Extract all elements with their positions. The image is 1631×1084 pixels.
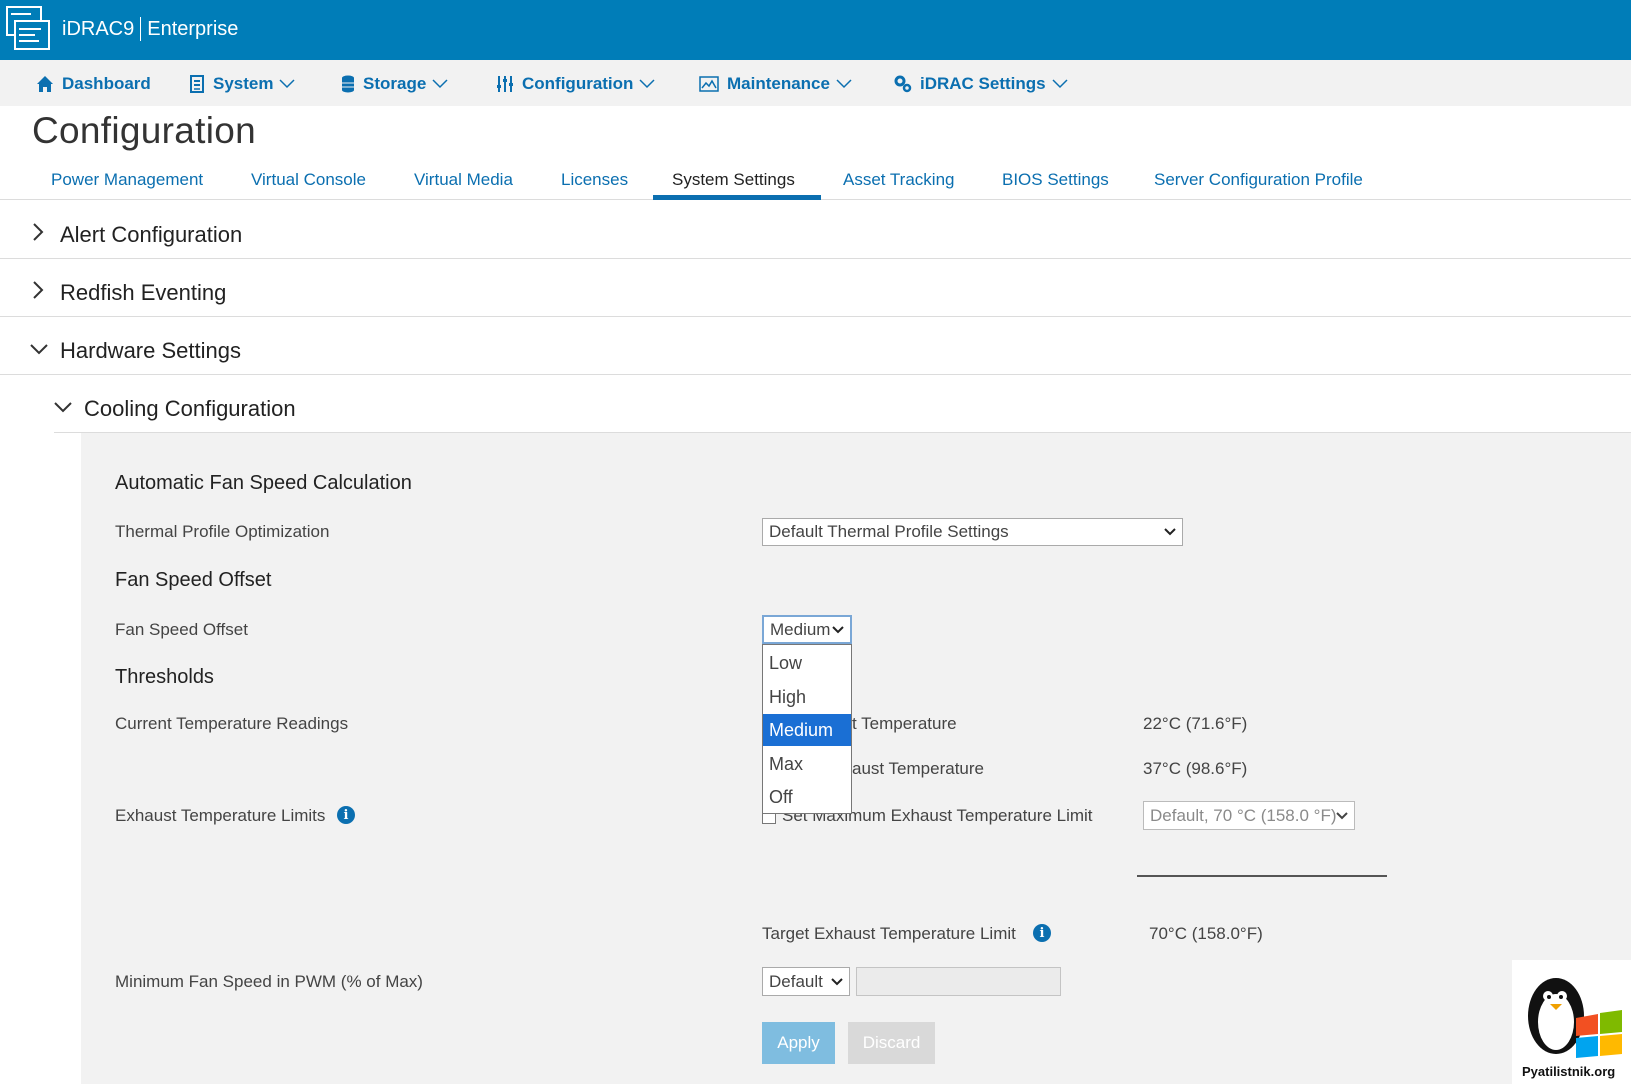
nav-system[interactable]: System [189, 74, 296, 94]
tab-virtual-console[interactable]: Virtual Console [251, 170, 366, 190]
dropdown-option-medium[interactable]: Medium [763, 714, 851, 746]
chevron-down-icon [1164, 528, 1176, 536]
chevron-down-icon [1052, 79, 1068, 89]
section-cooling-configuration[interactable]: Cooling Configuration [54, 375, 1631, 433]
min-fan-speed-select[interactable]: Default [762, 967, 850, 996]
select-value: Default [769, 971, 823, 991]
chevron-down-icon [639, 79, 655, 89]
server-icon [190, 75, 204, 93]
sliders-icon [497, 76, 513, 92]
brand-title: iDRAC9 Enterprise [62, 17, 238, 41]
target-exhaust-label: Target Exhaust Temperature Limit [762, 924, 1016, 943]
dropdown-option-off[interactable]: Off [763, 781, 851, 813]
chevron-down-icon [836, 79, 852, 89]
section-label: Redfish Eventing [60, 280, 227, 305]
nav-configuration[interactable]: Configuration [496, 74, 655, 94]
monitor-icon [699, 76, 719, 92]
nav-label: Storage [363, 74, 427, 93]
section-label: Cooling Configuration [84, 396, 296, 421]
tab-server-configuration-profile[interactable]: Server Configuration Profile [1154, 170, 1363, 190]
thresholds-heading: Thresholds [115, 666, 214, 688]
brand-separator [140, 17, 142, 41]
section-alert-configuration[interactable]: Alert Configuration [0, 201, 1631, 259]
chevron-right-icon [33, 223, 44, 241]
product-name: iDRAC9 [62, 17, 135, 40]
info-icon[interactable]: i [1033, 924, 1051, 942]
thermal-profile-select[interactable]: Default Thermal Profile Settings [762, 518, 1183, 546]
auto-fan-speed-heading: Automatic Fan Speed Calculation [115, 472, 412, 494]
watermark-text: Pyatilistnik.org [1522, 1064, 1616, 1079]
dropdown-option-high[interactable]: High [763, 681, 851, 713]
fan-speed-offset-heading: Fan Speed Offset [115, 569, 272, 591]
nav-storage[interactable]: Storage [341, 74, 448, 94]
config-tabs: Power Management Virtual Console Virtual… [0, 160, 1631, 200]
tab-licenses[interactable]: Licenses [561, 170, 628, 190]
chevron-right-icon [33, 281, 44, 299]
min-fan-speed-input[interactable] [856, 967, 1061, 996]
tab-bios-settings[interactable]: BIOS Settings [1002, 170, 1109, 190]
section-label: Hardware Settings [60, 338, 241, 363]
chevron-down-icon [1336, 811, 1348, 819]
tab-virtual-media[interactable]: Virtual Media [414, 170, 513, 190]
chevron-down-icon [279, 79, 296, 89]
max-exhaust-select[interactable]: Default, 70 °C (158.0 °F) [1143, 801, 1355, 830]
watermark: Pyatilistnik.org [1512, 960, 1631, 1084]
edition-name: Enterprise [147, 17, 239, 40]
section-hardware-settings[interactable]: Hardware Settings [0, 317, 1631, 375]
info-icon[interactable]: i [337, 806, 355, 824]
nav-maintenance[interactable]: Maintenance [699, 74, 852, 94]
chevron-down-icon [54, 402, 72, 413]
chevron-down-icon [832, 625, 844, 633]
fan-speed-offset-label: Fan Speed Offset [115, 620, 248, 639]
nav-dashboard[interactable]: Dashboard [36, 74, 151, 94]
fan-speed-offset-select[interactable]: Medium [762, 615, 852, 644]
select-value: Default, 70 °C (158.0 °F) [1150, 805, 1337, 825]
select-value: Medium [770, 619, 831, 639]
nav-label: System [213, 74, 274, 93]
fan-speed-offset-dropdown: Low High Medium Max Off [762, 644, 852, 814]
current-temp-label: Current Temperature Readings [115, 714, 349, 733]
dropdown-option-low[interactable]: Low [763, 647, 851, 679]
tab-asset-tracking[interactable]: Asset Tracking [843, 170, 955, 190]
idrac-logo-icon [6, 6, 50, 50]
chevron-down-icon [432, 79, 448, 89]
nav-label: Dashboard [62, 74, 151, 93]
tab-power-management[interactable]: Power Management [51, 170, 203, 190]
nav-idrac-settings[interactable]: iDRAC Settings [894, 74, 1068, 94]
chevron-down-icon [30, 344, 48, 355]
apply-button[interactable]: Apply [762, 1022, 835, 1064]
section-redfish-eventing[interactable]: Redfish Eventing [0, 259, 1631, 317]
nav-label: Configuration [522, 74, 634, 93]
nav-label: Maintenance [727, 74, 830, 93]
dropdown-option-max[interactable]: Max [763, 748, 851, 780]
nav-label: iDRAC Settings [920, 74, 1046, 93]
exhaust-limits-label: Exhaust Temperature Limits [115, 806, 326, 825]
thermal-profile-label: Thermal Profile Optimization [115, 522, 330, 541]
top-header: iDRAC9 Enterprise [0, 0, 1631, 60]
inlet-temp-label: t Temperature [852, 714, 957, 733]
section-label: Alert Configuration [60, 222, 243, 247]
tab-system-settings[interactable]: System Settings [672, 170, 795, 190]
select-value: Default Thermal Profile Settings [769, 522, 1009, 541]
chevron-down-icon [831, 977, 843, 985]
home-icon [37, 76, 53, 92]
gears-icon [894, 75, 912, 93]
active-tab-indicator [653, 195, 821, 200]
main-nav: Dashboard System Storage Configuration M… [0, 60, 1631, 106]
target-exhaust-value: 70°C (158.0°F) [1149, 924, 1263, 943]
discard-button[interactable]: Discard [848, 1022, 935, 1064]
exhaust-temp-label: aust Temperature [852, 759, 984, 778]
penguin-logo-icon [1528, 978, 1622, 1058]
database-icon [342, 75, 354, 93]
divider-line [1137, 875, 1387, 877]
page-title: Configuration [32, 110, 256, 151]
exhaust-temp-value: 37°C (98.6°F) [1143, 759, 1248, 778]
min-fan-speed-label: Minimum Fan Speed in PWM (% of Max) [115, 972, 423, 991]
inlet-temp-value: 22°C (71.6°F) [1143, 714, 1248, 733]
